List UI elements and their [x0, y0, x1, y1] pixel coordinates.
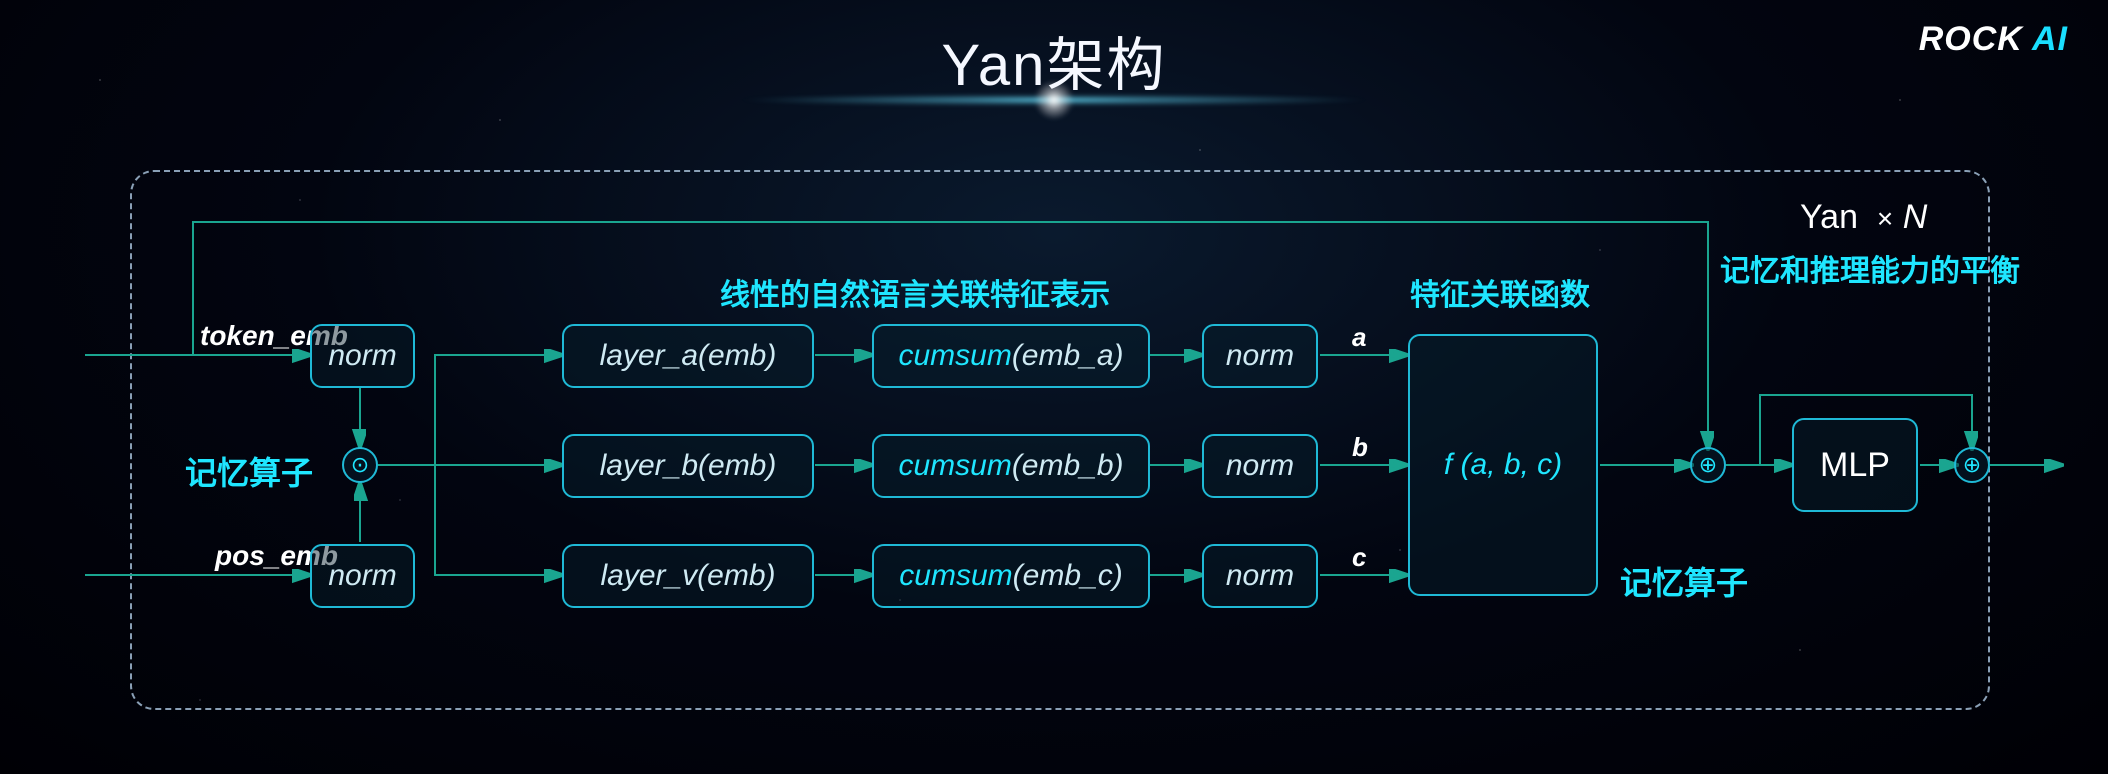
cumsum-prefix-c: cumsum [899, 559, 1012, 593]
cumsum-arg-a: (emb_a) [1012, 339, 1124, 373]
edge-label-c: c [1352, 542, 1366, 573]
cumsum-prefix-a: cumsum [898, 339, 1011, 373]
logo-ai: AI [2023, 20, 2068, 58]
section-heading-linear: 线性的自然语言关联特征表示 [720, 270, 1110, 314]
plus-symbol-1: ⊕ [1699, 452, 1717, 478]
norm-box-c: norm [1202, 544, 1318, 608]
balance-subtitle: 记忆和推理能力的平衡 [1720, 246, 2020, 290]
norm-box-b: norm [1202, 434, 1318, 498]
cumsum-arg-c: (emb_c) [1013, 559, 1123, 593]
residual-add-1: ⊕ [1690, 447, 1726, 483]
layer-v-box: layer_v(emb) [562, 544, 814, 608]
hadamard-op: ⊙ [342, 447, 378, 483]
layer-b-box: layer_b(emb) [562, 434, 814, 498]
layer-a-box: layer_a(emb) [562, 324, 814, 388]
mlp-box: MLP [1792, 418, 1918, 512]
section-heading-corr: 特征关联函数 [1410, 270, 1590, 314]
norm-box-a: norm [1202, 324, 1318, 388]
norm-box-pos: norm [310, 544, 415, 608]
memory-operator-label-right: 记忆算子 [1620, 558, 1748, 604]
cumsum-arg-b: (emb_b) [1012, 449, 1124, 483]
memory-operator-label-left: 记忆算子 [185, 448, 313, 494]
hadamard-symbol: ⊙ [351, 452, 369, 478]
yan-times-n: Yan × N [1800, 198, 1927, 237]
edge-label-a: a [1352, 322, 1366, 353]
f-correlation-box: f (a, b, c) [1408, 334, 1598, 596]
logo-rock: ROCK [1919, 20, 2023, 58]
brand-logo: ROCK AI [1919, 20, 2068, 59]
cumsum-c-box: cumsum(emb_c) [872, 544, 1150, 608]
cumsum-a-box: cumsum(emb_a) [872, 324, 1150, 388]
cumsum-b-box: cumsum(emb_b) [872, 434, 1150, 498]
cumsum-prefix-b: cumsum [898, 449, 1011, 483]
times-symbol: × [1877, 203, 1893, 234]
norm-box-token: norm [310, 324, 415, 388]
n-text: N [1903, 198, 1928, 236]
edge-label-b: b [1352, 432, 1368, 463]
yan-text: Yan [1800, 198, 1858, 236]
residual-add-2: ⊕ [1954, 447, 1990, 483]
diagram-title: Yan架构 [942, 18, 1167, 102]
plus-symbol-2: ⊕ [1963, 452, 1981, 478]
